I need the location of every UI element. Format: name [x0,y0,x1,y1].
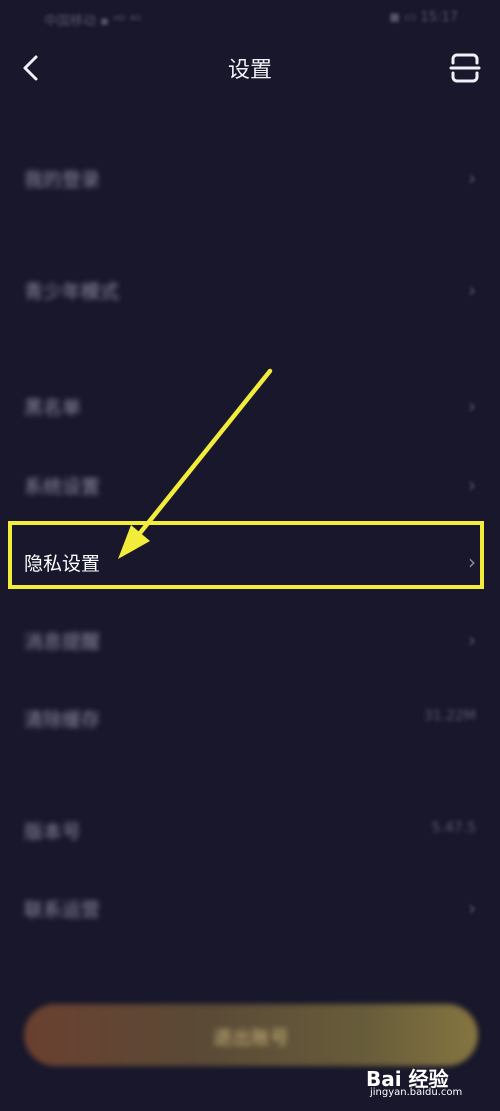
carrier-status: 中国移动 ▪ ᴴᴰ ⁴ᴳ [44,14,142,29]
logout-label: 退出账号 [212,1027,289,1049]
settings-item-teen-mode[interactable]: 青少年模式 › [0,260,500,320]
settings-item-contact[interactable]: 联系运营 › [0,878,500,938]
settings-item-version[interactable]: 版本号 5.47.5 [0,800,500,860]
scan-button[interactable] [448,52,482,84]
cache-size-value: 31.22M [423,708,476,724]
settings-item-my-login[interactable]: 我的登录 › [0,148,500,208]
chevron-right-icon: › [468,394,476,418]
settings-item-privacy[interactable]: 隐私设置 › [0,532,500,592]
chevron-right-icon: › [468,896,476,920]
time-battery-status: ◼ ▭ 15:17 [389,10,458,25]
settings-item-label: 联系运营 [24,899,101,921]
version-value: 5.47.5 [431,820,476,836]
scan-icon [449,53,481,83]
status-bar: 中国移动 ▪ ᴴᴰ ⁴ᴳ ◼ ▭ 15:17 [0,0,500,36]
settings-screen: 中国移动 ▪ ᴴᴰ ⁴ᴳ ◼ ▭ 15:17 设置 我的登录 › 青少年模式 ›… [0,0,500,1111]
chevron-right-icon: › [468,278,476,302]
settings-item-label: 黑名单 [24,397,82,419]
settings-item-clear-cache[interactable]: 清除缓存 31.22M [0,688,500,748]
watermark-url: jingyan.baidu.com [370,1087,463,1098]
header: 设置 [0,40,500,96]
settings-item-label: 清除缓存 [24,709,101,731]
chevron-right-icon: › [468,166,476,190]
chevron-right-icon: › [468,550,476,574]
settings-item-notifications[interactable]: 消息提醒 › [0,610,500,670]
chevron-right-icon: › [468,473,476,497]
page-title: 设置 [227,58,272,83]
settings-item-label: 版本号 [24,821,82,843]
settings-item-label: 青少年模式 [24,281,120,303]
settings-item-label: 隐私设置 [24,553,101,575]
settings-item-system[interactable]: 系统设置 › [0,455,500,515]
chevron-right-icon: › [468,628,476,652]
baidu-jingyan-watermark: Bai 经验 jingyan.baidu.com [362,1063,492,1103]
settings-item-label: 系统设置 [24,476,101,498]
settings-item-label: 消息提醒 [24,631,101,653]
logout-button[interactable]: 退出账号 [24,1004,478,1066]
settings-item-blacklist[interactable]: 黑名单 › [0,376,500,436]
settings-item-label: 我的登录 [24,169,101,191]
